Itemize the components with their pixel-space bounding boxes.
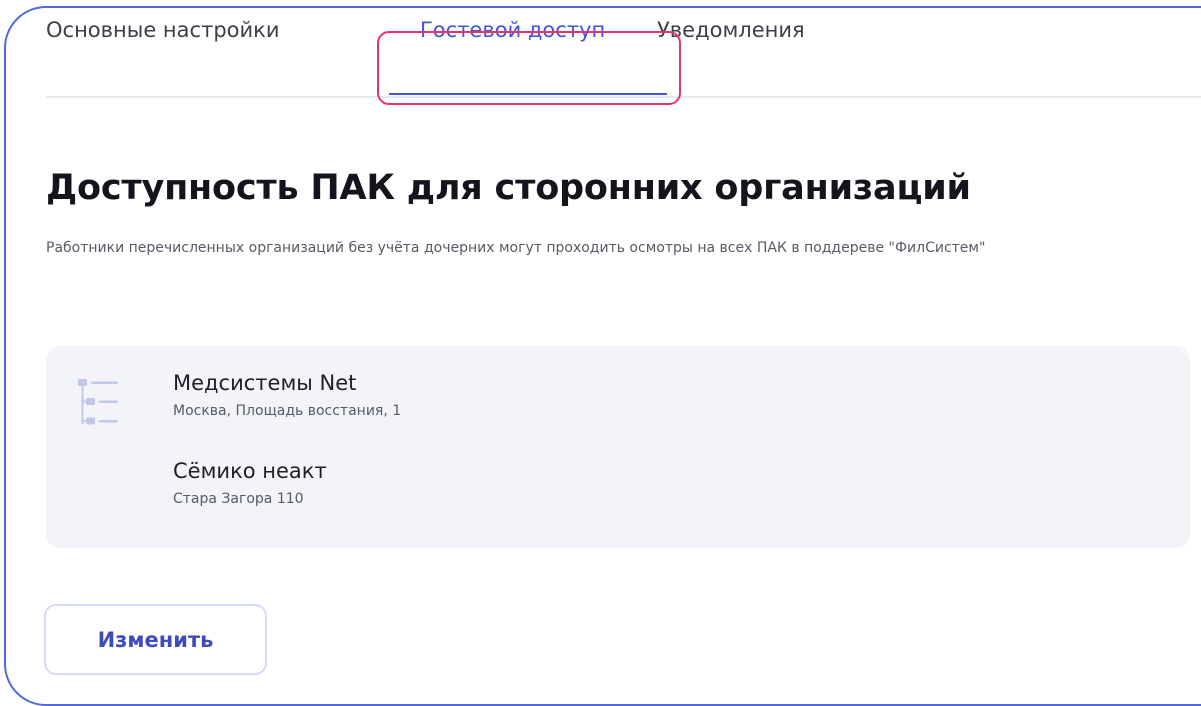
organization-item: Медсистемы Net Москва, Площадь восстания… [173,371,401,419]
tab-label: Основные настройки [46,18,280,42]
organization-item: Сёмико неакт Стара Загора 110 [173,459,327,507]
edit-button[interactable]: Изменить [44,604,267,675]
tab-notifications[interactable]: Уведомления [657,18,805,42]
tab-label: Уведомления [657,18,805,42]
tab-general-settings[interactable]: Основные настройки [46,18,279,42]
organization-address: Москва, Площадь восстания, 1 [173,403,402,419]
tab-label: Гостевой доступ [420,18,606,42]
active-tab-indicator [389,93,667,95]
organization-name: Медсистемы Net [173,371,357,395]
section-title: Доступность ПАК для сторонних организаци… [46,168,971,208]
section-description: Работники перечисленных организаций без … [46,240,986,256]
organization-name: Сёмико неакт [173,459,327,483]
tree-list-icon [78,379,118,431]
organization-list: Медсистемы Net Москва, Площадь восстания… [46,346,1190,548]
organization-address: Стара Загора 110 [173,491,304,507]
